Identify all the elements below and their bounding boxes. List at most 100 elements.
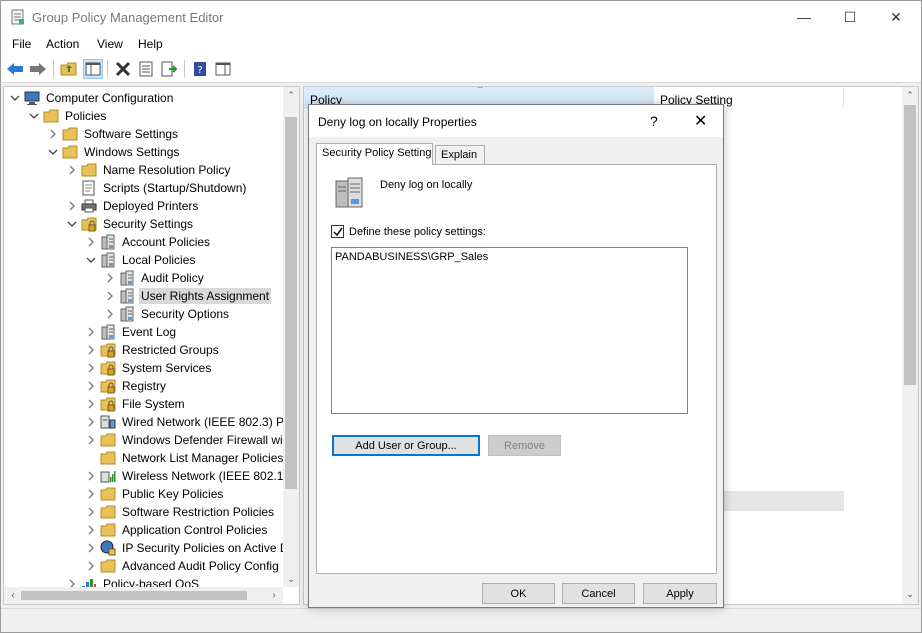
chevron-right-icon[interactable] (85, 542, 97, 554)
details-scroll-down-icon[interactable]: ⌄ (902, 586, 918, 602)
console-tree[interactable]: Computer Configuration Policies Software S… (3, 86, 300, 605)
chevron-right-icon[interactable] (85, 506, 97, 518)
up-folder-icon[interactable] (59, 59, 79, 79)
properties-icon[interactable] (136, 59, 156, 79)
tab-explain[interactable]: Explain (435, 145, 485, 165)
chevron-right-icon[interactable] (85, 326, 97, 338)
dialog-help-button[interactable]: ? (650, 113, 658, 129)
wireless-icon (100, 468, 116, 484)
dialog-close-button[interactable]: ✕ (694, 111, 707, 131)
close-button[interactable]: ✕ (873, 1, 919, 33)
tree-node[interactable]: Windows Defender Firewall wi (85, 431, 285, 449)
define-policy-checkbox-row[interactable]: Define these policy settings: (331, 225, 486, 238)
chevron-right-icon[interactable] (85, 434, 97, 446)
details-scroll-up-icon[interactable]: ⌃ (902, 87, 918, 103)
tree-node[interactable]: Account Policies (85, 233, 212, 251)
chevron-down-icon[interactable] (47, 146, 59, 158)
tree-node[interactable]: Wireless Network (IEEE 802.11) (85, 467, 295, 485)
add-user-or-group-button[interactable]: Add User or Group... (332, 435, 480, 456)
minimize-button[interactable]: — (781, 1, 827, 33)
scroll-right-icon[interactable]: › (267, 588, 281, 602)
scroll-down-icon[interactable]: ⌄ (283, 571, 299, 587)
chevron-right-icon[interactable] (104, 272, 116, 284)
tree-node[interactable]: User Rights Assignment (104, 287, 272, 305)
folder-icon (100, 486, 116, 502)
tree-node[interactable]: Audit Policy (104, 269, 206, 287)
tree-node[interactable]: File System (85, 395, 187, 413)
define-policy-checkbox[interactable] (331, 225, 344, 238)
scroll-left-icon[interactable]: ‹ (6, 588, 20, 602)
chevron-right-icon[interactable] (85, 398, 97, 410)
chevron-right-icon[interactable] (85, 524, 97, 536)
tree-node[interactable]: Event Log (85, 323, 178, 341)
delete-icon[interactable] (113, 59, 133, 79)
show-hide-tree-icon[interactable] (83, 59, 103, 79)
tree-node[interactable]: Scripts (Startup/Shutdown) (66, 179, 248, 197)
tree-horizontal-scrollbar[interactable]: ‹ › (4, 587, 283, 604)
chevron-right-icon[interactable] (66, 164, 78, 176)
help-icon[interactable]: ? (190, 59, 210, 79)
tree-node[interactable]: Application Control Policies (85, 521, 269, 539)
chevron-down-icon[interactable] (28, 110, 40, 122)
policy-icon (119, 270, 135, 286)
ok-button[interactable]: OK (482, 583, 555, 604)
menu-view[interactable]: View (97, 37, 123, 51)
tree-node[interactable]: Security Options (104, 305, 231, 323)
tree-node[interactable]: Security Settings (66, 215, 195, 233)
tree-hscroll-thumb[interactable] (21, 591, 247, 600)
chevron-right-icon[interactable] (85, 416, 97, 428)
tree-node[interactable]: Software Settings (47, 125, 180, 143)
menu-help[interactable]: Help (138, 37, 163, 51)
tree-scroll-thumb[interactable] (285, 117, 297, 489)
tree-node[interactable]: Name Resolution Policy (66, 161, 232, 179)
tree-node[interactable]: Advanced Audit Policy Config (85, 557, 281, 575)
menu-file[interactable]: File (12, 37, 31, 51)
menu-action[interactable]: Action (46, 37, 79, 51)
tree-node[interactable]: System Services (85, 359, 213, 377)
chevron-right-icon[interactable] (104, 290, 116, 302)
chevron-right-icon[interactable] (66, 200, 78, 212)
chevron-right-icon[interactable] (85, 362, 97, 374)
tree-node[interactable]: Deployed Printers (66, 197, 200, 215)
chevron-right-icon[interactable] (85, 236, 97, 248)
remove-button[interactable]: Remove (488, 435, 561, 456)
cancel-button[interactable]: Cancel (562, 583, 635, 604)
users-groups-listbox[interactable]: PANDABUSINESS\GRP_Sales (331, 247, 688, 414)
chevron-right-icon[interactable] (85, 470, 97, 482)
tab-security-policy-setting[interactable]: Security Policy Setting (316, 143, 433, 165)
forward-icon[interactable] (28, 59, 48, 79)
tree-node[interactable]: Network List Manager Policies (85, 449, 285, 467)
details-vertical-scrollbar[interactable]: ⌃ ⌄ (902, 87, 918, 604)
list-item[interactable]: PANDABUSINESS\GRP_Sales (335, 251, 488, 263)
show-action-pane-icon[interactable] (213, 59, 233, 79)
chevron-right-icon[interactable] (85, 488, 97, 500)
list-row-highlight[interactable] (724, 491, 844, 511)
details-scroll-thumb[interactable] (904, 105, 916, 385)
chevron-down-icon[interactable] (9, 92, 21, 104)
tree-node[interactable]: Windows Settings (47, 143, 181, 161)
tree-node[interactable]: Computer Configuration (9, 89, 175, 107)
export-list-icon[interactable] (159, 59, 179, 79)
tree-node[interactable]: Policies (28, 107, 108, 125)
back-icon[interactable] (5, 59, 25, 79)
chevron-right-icon[interactable] (85, 380, 97, 392)
tree-node[interactable]: Public Key Policies (85, 485, 225, 503)
apply-button[interactable]: Apply (643, 583, 717, 604)
tree-node[interactable]: Restricted Groups (85, 341, 221, 359)
chevron-right-icon[interactable] (104, 308, 116, 320)
chevron-down-icon[interactable] (66, 218, 78, 230)
chevron-right-icon[interactable] (85, 560, 97, 572)
chevron-right-icon[interactable] (47, 128, 59, 140)
chevron-down-icon[interactable] (85, 254, 97, 266)
tree-node[interactable]: IP Security Policies on Active D (85, 539, 291, 557)
tree-node[interactable]: Software Restriction Policies (85, 503, 276, 521)
scroll-up-icon[interactable]: ⌃ (283, 87, 299, 103)
chevron-right-icon[interactable] (85, 344, 97, 356)
tree-node[interactable]: Wired Network (IEEE 802.3) Po (85, 413, 293, 431)
tree-node[interactable]: Registry (85, 377, 168, 395)
tree-node[interactable]: Local Policies (85, 251, 197, 269)
sort-ascending-icon: ⌃ (476, 86, 485, 96)
tree-node-label: Windows Defender Firewall wi (122, 433, 283, 447)
maximize-button[interactable]: ☐ (827, 1, 873, 33)
tree-vertical-scrollbar[interactable]: ⌃ ⌄ (283, 87, 299, 587)
